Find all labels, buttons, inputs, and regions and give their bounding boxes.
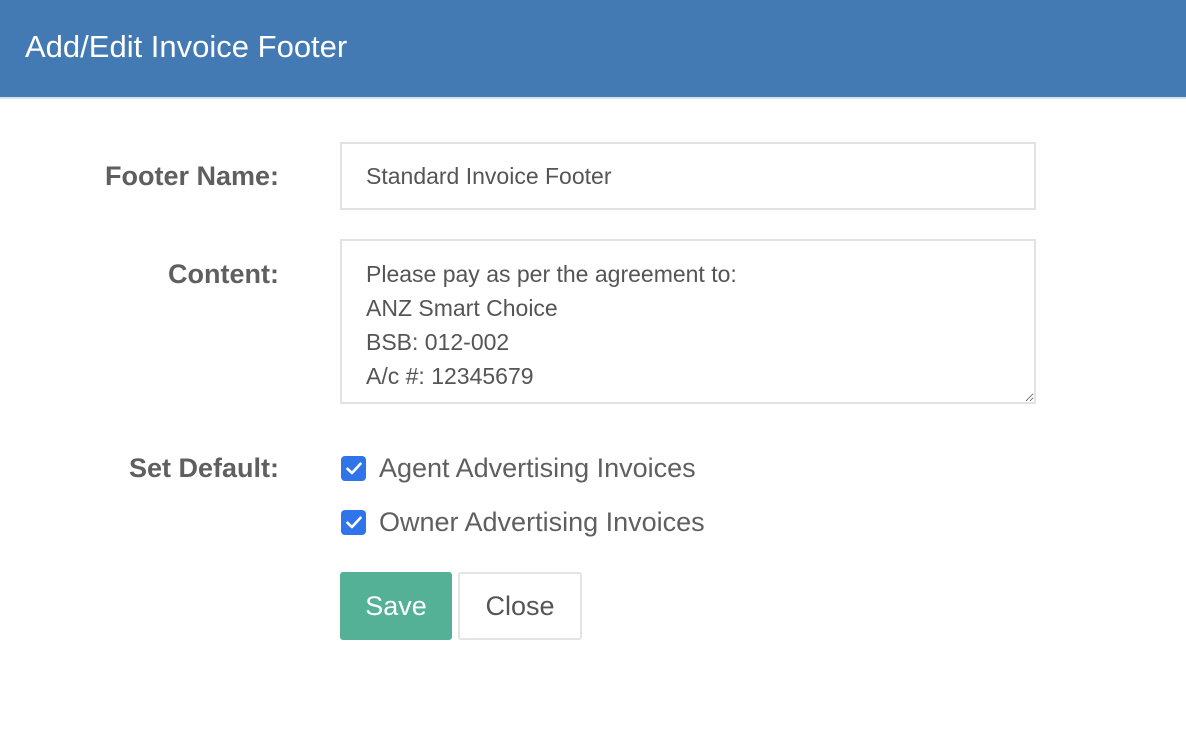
owner-advertising-option[interactable]: Owner Advertising Invoices [341, 505, 705, 539]
set-default-label: Set Default: [128, 453, 279, 483]
agent-advertising-option[interactable]: Agent Advertising Invoices [341, 451, 696, 485]
agent-advertising-checkbox[interactable] [341, 455, 366, 481]
close-button[interactable]: Close [458, 572, 582, 640]
checkmark-icon [345, 462, 362, 474]
footer-name-input[interactable] [340, 142, 1036, 210]
footer-name-label: Footer Name: [104, 161, 279, 191]
owner-advertising-checkbox[interactable] [341, 509, 366, 535]
dialog-title: Add/Edit Invoice Footer [25, 29, 348, 64]
agent-advertising-label: Agent Advertising Invoices [379, 453, 696, 483]
checkmark-icon [345, 516, 362, 528]
content-label: Content: [168, 259, 279, 289]
save-button[interactable]: Save [340, 572, 452, 640]
dialog-header: Add/Edit Invoice Footer [0, 0, 1186, 99]
invoice-footer-dialog: Add/Edit Invoice Footer Footer Name: Con… [0, 0, 1186, 730]
owner-advertising-label: Owner Advertising Invoices [379, 507, 705, 537]
content-textarea[interactable]: Please pay as per the agreement to: ANZ … [340, 239, 1036, 404]
